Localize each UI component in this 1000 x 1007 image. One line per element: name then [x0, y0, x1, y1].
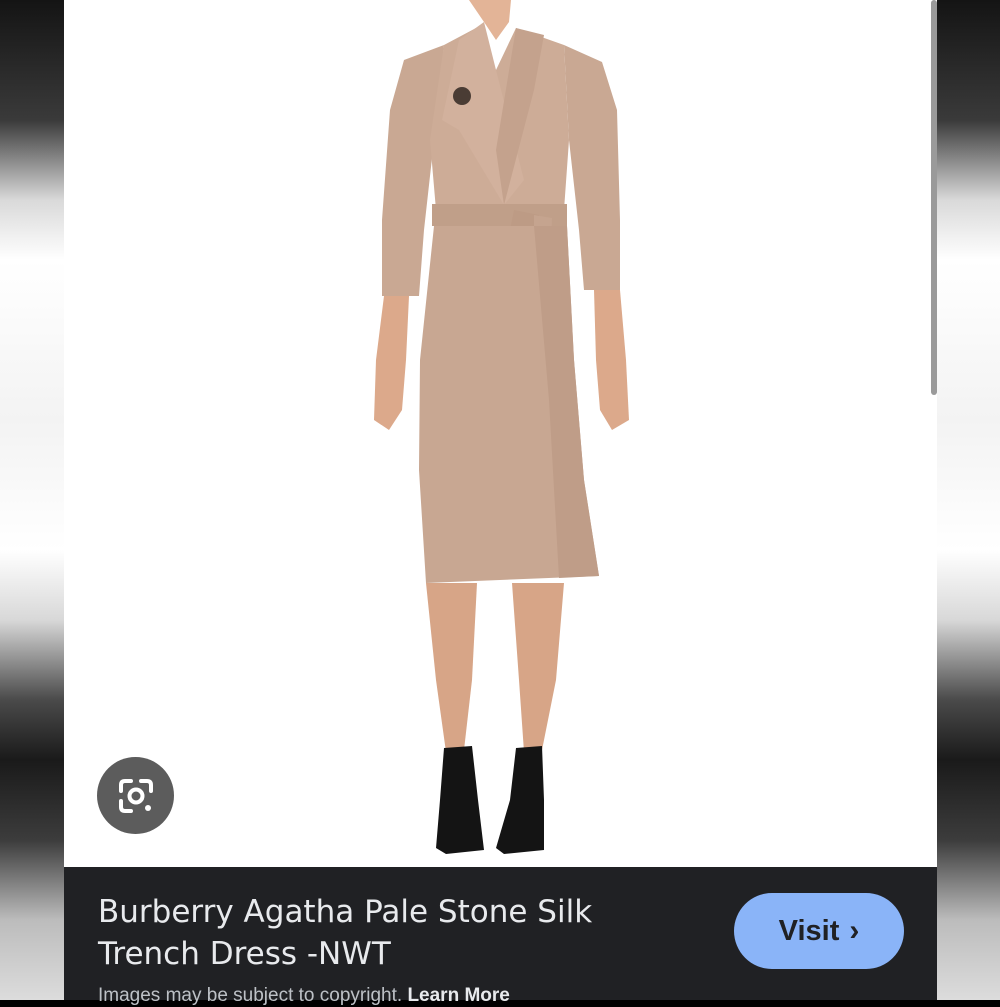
visit-button[interactable]: Visit ›: [734, 893, 904, 969]
product-image[interactable]: [64, 0, 937, 867]
learn-more-link[interactable]: Learn More: [407, 985, 509, 1006]
google-lens-button[interactable]: [97, 757, 174, 834]
google-lens-icon: [118, 778, 153, 813]
left-blurred-edge: [0, 0, 64, 1000]
scrollbar[interactable]: [931, 0, 937, 395]
dress-photo: [374, 0, 629, 854]
chevron-right-icon: ›: [849, 914, 860, 947]
result-info-bar: Burberry Agatha Pale Stone Silk Trench D…: [64, 867, 937, 1006]
visit-label: Visit: [778, 914, 840, 947]
copyright-notice: Images may be subject to copyright. Lear…: [98, 985, 510, 1007]
result-title[interactable]: Burberry Agatha Pale Stone Silk Trench D…: [98, 891, 658, 975]
right-blurred-edge: [937, 0, 1000, 1000]
copyright-text: Images may be subject to copyright.: [98, 985, 403, 1006]
